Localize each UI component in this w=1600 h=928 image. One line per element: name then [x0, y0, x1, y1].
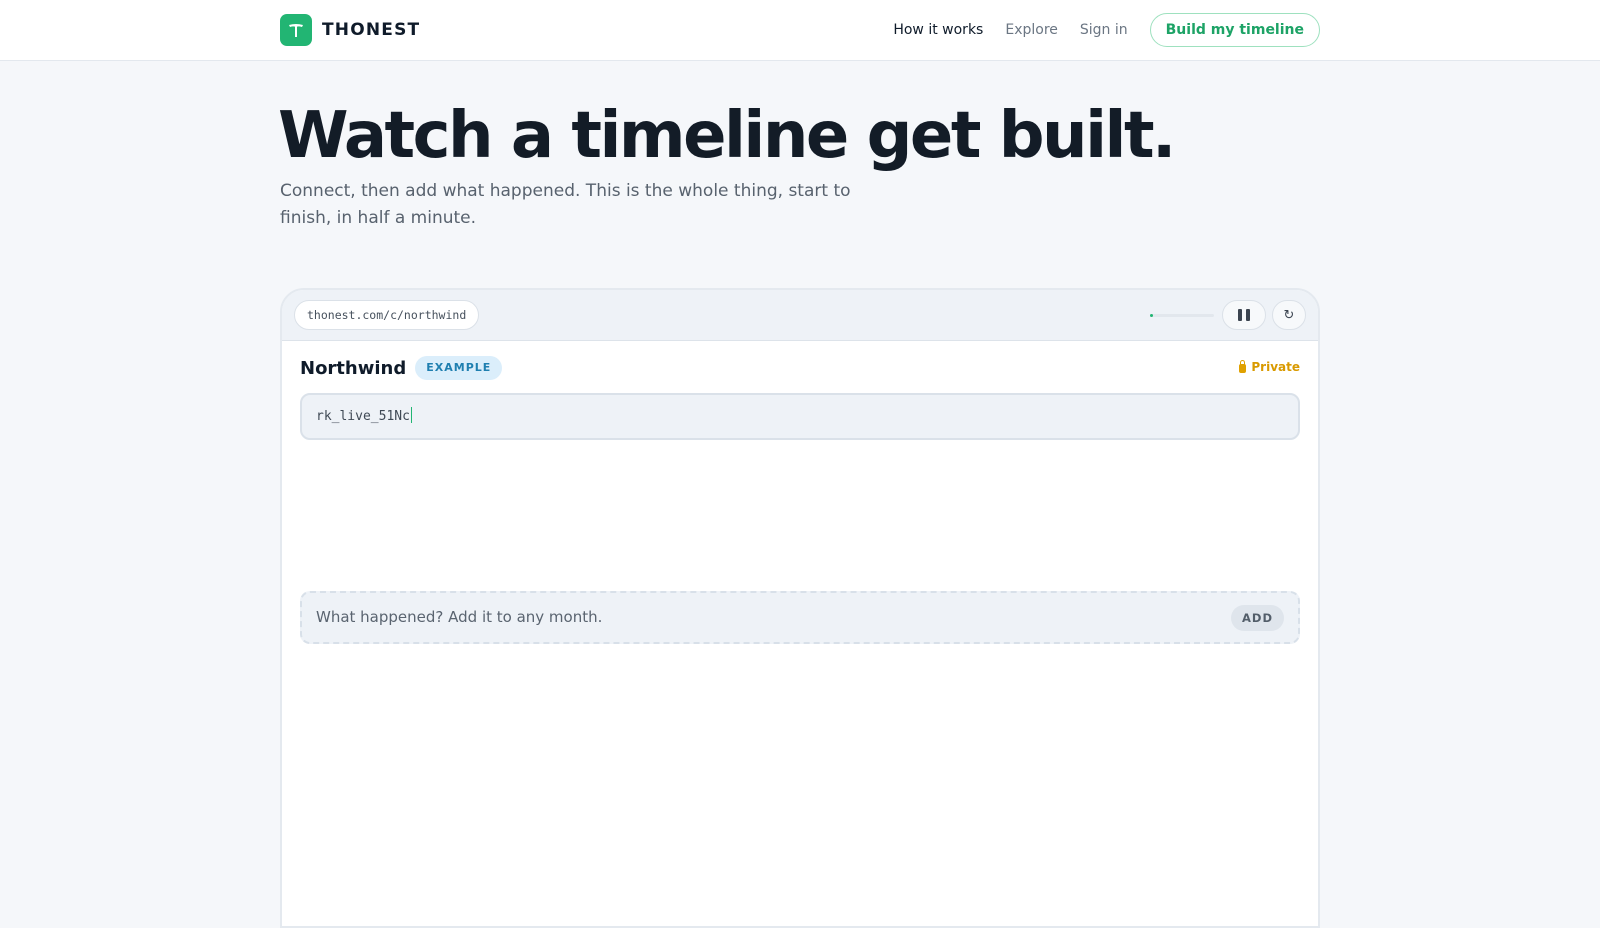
pause-button[interactable]	[1222, 300, 1266, 330]
add-event-input[interactable]: What happened? Add it to any month.	[316, 593, 602, 642]
add-event-row[interactable]: What happened? Add it to any month. ADD	[300, 591, 1300, 644]
restart-button[interactable]: ↻	[1272, 300, 1306, 330]
page-title: Watch a timeline get built.	[278, 99, 1176, 173]
demo-url: thonest.com/c/northwind	[294, 300, 480, 330]
example-badge: EXAMPLE	[415, 356, 503, 380]
nav-link-explore[interactable]: Explore	[1005, 13, 1058, 47]
company-header: Northwind EXAMPLE	[300, 356, 503, 380]
build-timeline-button[interactable]: Build my timeline	[1149, 13, 1320, 47]
brand[interactable]: THONEST	[280, 14, 420, 46]
text-caret	[410, 407, 412, 423]
api-key-input[interactable]: rk_live_51Nc	[300, 393, 1300, 440]
privacy-indicator: Private	[1239, 359, 1300, 374]
lock-icon	[1239, 359, 1247, 373]
nav-links: How it works Explore Sign in Build my ti…	[871, 13, 1320, 47]
restart-icon: ↻	[1283, 307, 1295, 323]
add-button[interactable]: ADD	[1231, 605, 1284, 631]
pause-icon	[1236, 309, 1252, 321]
demo-frame: thonest.com/c/northwind ↻ Northwind EXAM…	[280, 288, 1320, 928]
demo-progress-fill	[1150, 314, 1154, 317]
demo-toolbar: thonest.com/c/northwind ↻	[282, 290, 1318, 341]
demo-progress-bar	[1150, 314, 1214, 317]
company-name: Northwind	[300, 357, 407, 379]
page-subtitle: Connect, then add what happened. This is…	[280, 181, 851, 228]
nav-link-sign-in[interactable]: Sign in	[1080, 13, 1128, 47]
brand-name: THONEST	[322, 20, 421, 40]
privacy-label: Private	[1251, 360, 1300, 374]
nav-link-how-it-works[interactable]: How it works	[893, 13, 983, 47]
brand-logo-icon	[280, 14, 312, 46]
top-nav: THONEST How it works Explore Sign in Bui…	[0, 0, 1600, 61]
api-key-value: rk_live_51Nc	[316, 409, 410, 424]
